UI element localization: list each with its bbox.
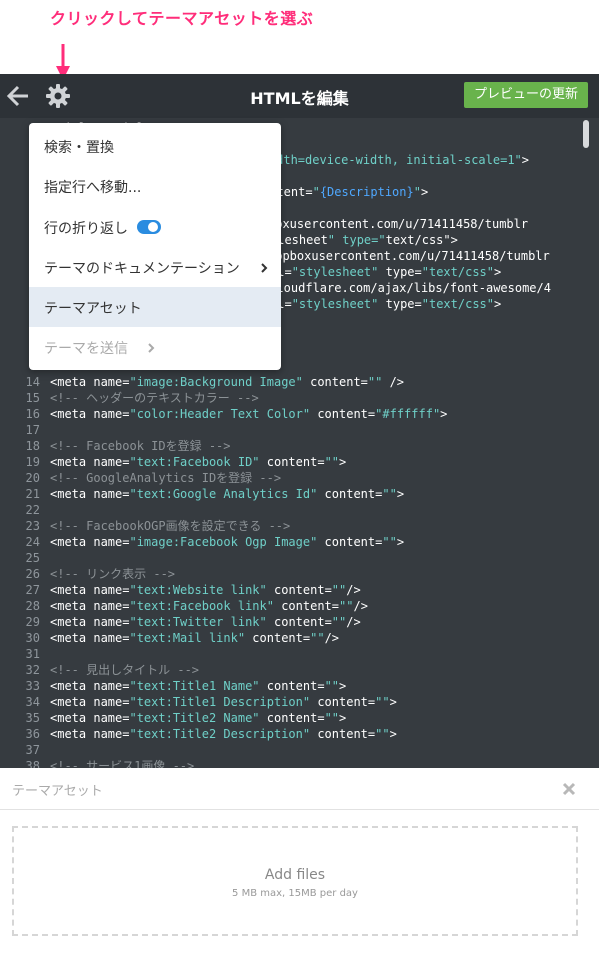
line-number: 37: [25, 743, 40, 757]
code-line: <meta name="text:Website link" content="…: [50, 583, 361, 597]
line-number: 18: [25, 439, 40, 453]
line-number: 21: [25, 487, 40, 501]
toggle-knob: [148, 222, 158, 232]
menu-item-label: 行の折り返し: [44, 221, 128, 237]
line-number: 25: [25, 551, 40, 565]
editor-header: HTMLを編集 プレビューの更新: [0, 74, 599, 118]
code-line: <meta name="text:Facebook link" content=…: [50, 599, 368, 613]
line-number: 15: [25, 391, 40, 405]
line-number: 32: [25, 663, 40, 677]
line-wrap-toggle[interactable]: [137, 220, 161, 234]
line-number: 29: [25, 615, 40, 629]
editor-scrollbar[interactable]: [583, 120, 589, 148]
theme-assets-panel: テーマアセット Add files 5 MB max, 15MB per day: [0, 768, 599, 953]
line-number: 36: [25, 727, 40, 741]
file-dropzone[interactable]: Add files 5 MB max, 15MB per day: [12, 826, 578, 936]
code-line: <meta name="text:Title2 Description" con…: [50, 727, 397, 741]
code-line: <meta name="text:Mail link" content=""/>: [50, 631, 340, 645]
chevron-right-icon: [148, 343, 155, 353]
panel-divider: [0, 809, 599, 810]
menu-item-label: 検索・置換: [44, 140, 114, 156]
code-line: <!-- GoogleAnalytics IDを登録 -->: [50, 471, 282, 485]
code-line: ontent="{Description}">: [262, 185, 429, 199]
code-line: <meta name="image:Facebook Ogp Image" co…: [50, 535, 405, 549]
code-line: <!-- リンク表示 -->: [50, 567, 176, 581]
code-line: <meta name="text:Twitter link" content="…: [50, 615, 361, 629]
code-line: el="stylesheet" type="text/css">: [270, 265, 502, 279]
code-line: <meta name="text:Title1 Description" con…: [50, 695, 397, 709]
code-line: t="width=device-width, initial-scale=1">: [240, 153, 529, 167]
dropzone-label: Add files: [264, 867, 326, 883]
menu-item-submit-theme[interactable]: テーマを送信: [29, 327, 281, 367]
line-number: 17: [25, 423, 40, 437]
code-line: <!-- 見出しタイトル -->: [50, 663, 200, 677]
line-number: 35: [25, 711, 40, 725]
line-number: 16: [25, 407, 40, 421]
code-line: el="stylesheet" type="text/css">: [270, 297, 502, 311]
line-number: 28: [25, 599, 40, 613]
code-line: <meta name="text:Title2 Name" content=""…: [50, 711, 347, 725]
code-line: <meta name="color:Header Text Color" con…: [50, 407, 448, 421]
chevron-right-icon: [261, 263, 268, 273]
menu-item-label: テーマアセット: [44, 301, 142, 317]
line-number: 33: [25, 679, 40, 693]
panel-title: テーマアセット: [12, 784, 103, 799]
code-line: <!-- サービス1画像 -->: [50, 759, 195, 768]
line-number: 31: [25, 647, 40, 661]
menu-item-label: テーマを送信: [44, 341, 128, 357]
code-line: ropboxusercontent.com/u/71411458/tumblr: [268, 249, 550, 263]
code-line: <!-- ヘッダーのテキストカラー -->: [50, 391, 259, 405]
menu-item-label: テーマのドキュメンテーション: [44, 261, 240, 277]
line-number: 23: [25, 519, 40, 533]
settings-menu: 検索・置換 指定行へ移動... 行の折り返し テーマのドキュメンテーション テー…: [29, 123, 281, 370]
code-line: <!-- Facebook IDを登録 -->: [50, 439, 231, 453]
close-icon[interactable]: [561, 781, 577, 797]
line-number: 26: [25, 567, 40, 581]
code-line: <meta name="image:Background Image" cont…: [50, 375, 405, 389]
code-line: <meta name="text:Google Analytics Id" co…: [50, 487, 405, 501]
menu-item-line-wrap[interactable]: 行の折り返し: [29, 207, 281, 247]
line-number: 38: [25, 759, 40, 768]
menu-item-go-to-line[interactable]: 指定行へ移動...: [29, 166, 281, 206]
preview-update-button[interactable]: プレビューの更新: [464, 82, 588, 108]
menu-item-theme-docs[interactable]: テーマのドキュメンテーション: [29, 247, 281, 287]
annotation-text: クリックしてテーマアセットを選ぶ: [50, 9, 314, 28]
code-line: boxusercontent.com/u/71411458/tumblr: [268, 217, 529, 231]
menu-item-label: 指定行へ移動...: [44, 180, 142, 196]
line-number: 19: [25, 455, 40, 469]
code-line: <meta name="text:Facebook ID" content=""…: [50, 455, 347, 469]
line-number: 34: [25, 695, 40, 709]
line-number: 27: [25, 583, 40, 597]
line-number: 24: [25, 535, 40, 549]
code-line: <meta name="text:Title1 Name" content=""…: [50, 679, 347, 693]
code-line: ylesheet" type="text/css">: [270, 233, 458, 247]
line-number: 20: [25, 471, 40, 485]
line-number: 22: [25, 503, 40, 517]
line-number: 14: [25, 375, 40, 389]
code-line: .cloudflare.com/ajax/libs/font-awesome/4: [262, 281, 551, 295]
menu-item-search-replace[interactable]: 検索・置換: [29, 126, 281, 166]
menu-item-theme-assets[interactable]: テーマアセット: [29, 287, 281, 327]
code-line: <!-- FacebookOGP画像を設定できる -->: [50, 519, 291, 533]
dropzone-limit-text: 5 MB max, 15MB per day: [232, 888, 358, 899]
line-number: 30: [25, 631, 40, 645]
